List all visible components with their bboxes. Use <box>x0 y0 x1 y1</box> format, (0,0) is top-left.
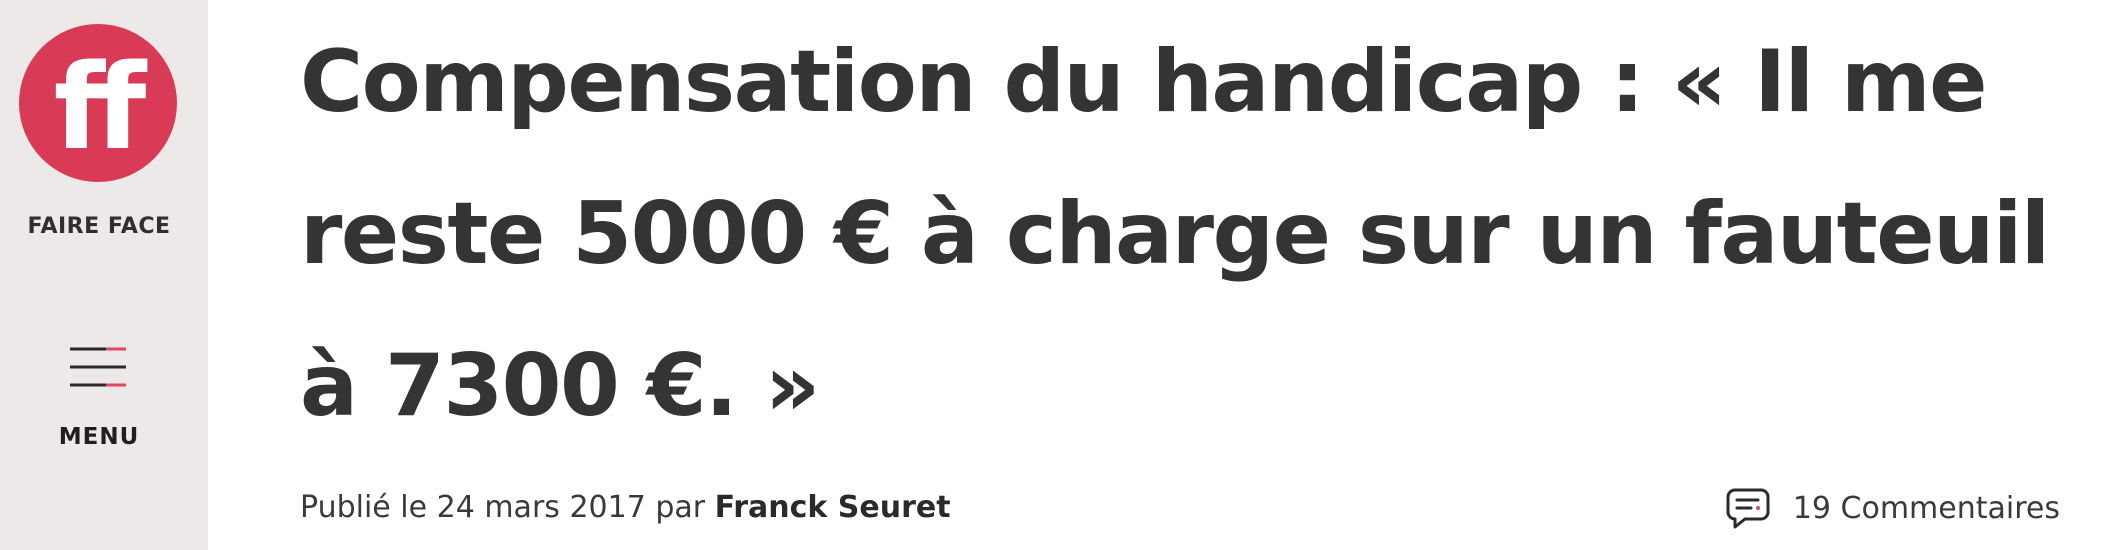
published-date: 24 mars 2017 <box>436 490 646 525</box>
article-header: Compensation du handicap : « Il me reste… <box>300 0 2080 550</box>
logo-text: ff <box>54 38 148 176</box>
published-prefix: Publié le <box>300 490 428 525</box>
article-title: Compensation du handicap : « Il me reste… <box>300 32 2050 436</box>
author-link[interactable]: Franck Seuret <box>715 490 951 525</box>
comments-link[interactable]: 19 Commentaires <box>1725 484 2060 532</box>
ff-logo-icon[interactable]: ff <box>19 24 177 182</box>
hamburger-menu-icon <box>70 347 126 387</box>
article-meta: Publié le 24 mars 2017 par Franck Seuret <box>300 484 951 532</box>
comment-bubble-icon <box>1726 488 1770 529</box>
page: ff FAIRE FACE MENU Compensation du handi… <box>0 0 2102 550</box>
sidebar: ff FAIRE FACE MENU <box>0 0 208 550</box>
by-label: par <box>655 490 706 525</box>
menu-button[interactable]: MENU <box>40 340 158 460</box>
menu-label: MENU <box>58 424 140 450</box>
brand-name: FAIRE FACE <box>27 214 171 239</box>
comments-count-label: 19 Commentaires <box>1792 490 2060 526</box>
